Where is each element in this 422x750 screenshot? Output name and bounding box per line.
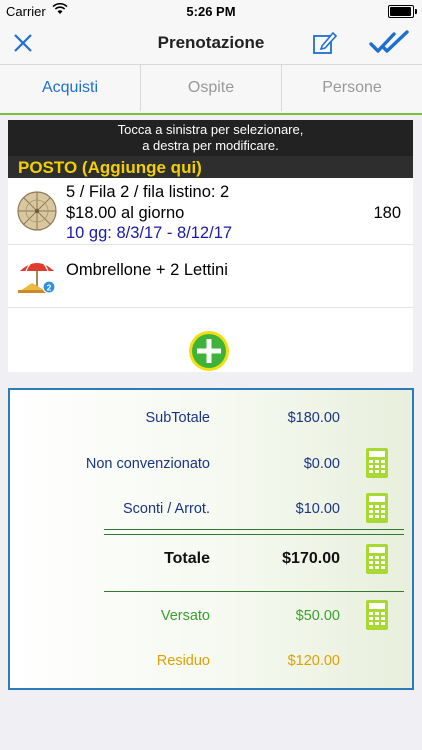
residuo-label: Residuo [156, 653, 210, 669]
calculator-icon[interactable] [366, 544, 388, 574]
list-item-package[interactable]: 2 Ombrellone + 2 Lettini [8, 245, 413, 308]
calculator-icon[interactable] [366, 448, 388, 478]
tab-bar: Acquisti Ospite Persone [0, 64, 422, 115]
plus-icon [189, 331, 229, 371]
tab-ospite[interactable]: Ospite [141, 65, 281, 111]
subtotal-label: SubTotale [145, 410, 211, 426]
item-package-label: Ombrellone + 2 Lettini [66, 261, 228, 279]
item-daily-rate: $18.00 al giorno [66, 204, 185, 222]
page-title: Prenotazione [157, 33, 265, 52]
clock: 5:26 PM [186, 4, 236, 19]
totals-divider [104, 529, 404, 535]
section-header-label: POSTO (Aggiunge qui) [18, 158, 202, 177]
instructions-line-2: a destra per modificare. [142, 138, 279, 153]
non-convenzionato-value: $0.00 [303, 456, 340, 472]
add-button[interactable] [188, 330, 230, 372]
list-item-posto[interactable]: 5 / Fila 2 / fila listino: 2 $18.00 al g… [8, 178, 413, 245]
sconti-value: $10.00 [295, 501, 340, 517]
totale-value: $170.00 [282, 550, 340, 567]
non-convenzionato-label: Non convenzionato [85, 456, 210, 472]
edit-icon[interactable] [310, 28, 340, 58]
payments-divider [104, 591, 404, 592]
purchases-panel: Tocca a sinistra per selezionare, a dest… [8, 120, 413, 372]
instructions-line-1: Tocca a sinistra per selezionare, [117, 122, 304, 137]
calculator-icon[interactable] [366, 493, 388, 523]
tab-acquisti[interactable]: Acquisti [0, 65, 140, 111]
battery-icon [388, 5, 417, 18]
versato-label: Versato [160, 608, 210, 624]
tab-persone[interactable]: Persone [282, 65, 422, 111]
versato-value: $50.00 [295, 608, 340, 624]
totals-summary: SubTotale $180.00 Non convenzionato $0.0… [8, 388, 414, 690]
item-position-label: 5 / Fila 2 / fila listino: 2 [66, 183, 230, 201]
umbrella-loungers-icon: 2 [16, 257, 58, 299]
subtotal-value: $180.00 [287, 410, 340, 426]
instructions-banner: Tocca a sinistra per selezionare, a dest… [8, 120, 413, 158]
calculator-icon[interactable] [366, 600, 388, 630]
item-date-range: 10 gg: 8/3/17 - 8/12/17 [66, 224, 233, 242]
section-header[interactable]: POSTO (Aggiunge qui) [8, 156, 413, 178]
navigation-bar: Prenotazione [0, 22, 422, 64]
quantity-badge: 2 [47, 282, 52, 292]
confirm-double-check-icon[interactable] [368, 28, 412, 58]
sconti-label: Sconti / Arrot. [122, 501, 210, 517]
totale-label: Totale [164, 550, 210, 567]
residuo-value: $120.00 [287, 653, 340, 669]
beach-umbrella-icon [16, 190, 58, 232]
status-bar: Carrier 5:26 PM [0, 0, 422, 22]
item-amount[interactable]: 180 [373, 204, 401, 223]
